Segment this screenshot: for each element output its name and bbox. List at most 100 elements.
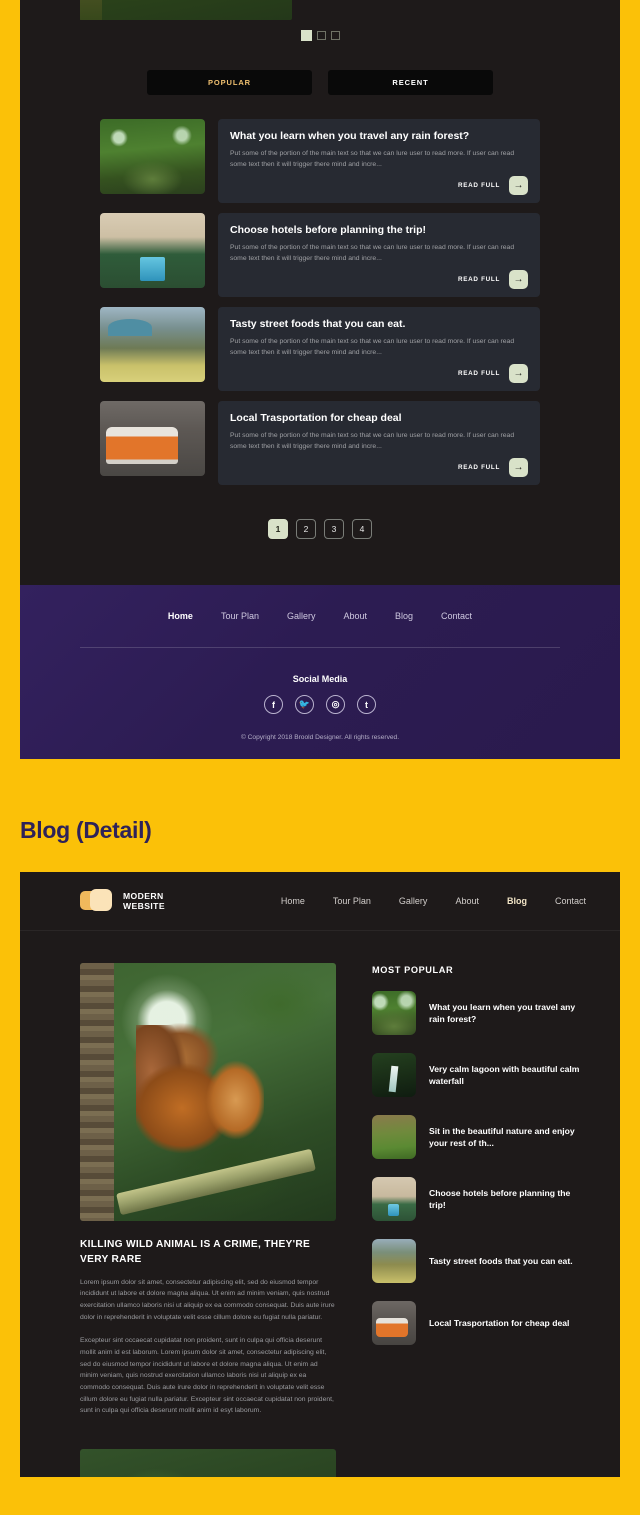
popular-item-label: Choose hotels before planning the trip! bbox=[429, 1187, 571, 1210]
list-item[interactable]: What you learn when you travel any rain … bbox=[372, 991, 588, 1053]
card-body: Choose hotels before planning the trip! … bbox=[218, 213, 540, 297]
article-secondary-image bbox=[80, 1449, 336, 1478]
card-body: Local Trasportation for cheap deal Put s… bbox=[218, 401, 540, 485]
popular-item-label: What you learn when you travel any rain … bbox=[429, 1001, 576, 1024]
arrow-right-icon[interactable]: → bbox=[509, 364, 528, 383]
card-body: What you learn when you travel any rain … bbox=[218, 119, 540, 203]
gold-spacer-2 bbox=[0, 844, 640, 872]
article-title: KILLING WILD ANIMAL IS A CRIME, THEY'RE … bbox=[80, 1239, 311, 1266]
card-actions: READ FULL → bbox=[230, 452, 528, 477]
footer-link-contact[interactable]: Contact bbox=[441, 611, 472, 621]
nav-link-about[interactable]: About bbox=[455, 896, 479, 906]
nav-link-tour-plan[interactable]: Tour Plan bbox=[333, 896, 371, 906]
instagram-icon[interactable]: ◎ bbox=[326, 695, 345, 714]
card-excerpt: Put some of the portion of the main text… bbox=[230, 244, 515, 262]
blog-card[interactable]: Local Trasportation for cheap deal Put s… bbox=[100, 401, 540, 485]
card-actions: READ FULL → bbox=[230, 358, 528, 383]
card-thumbnail-street-food bbox=[100, 307, 205, 382]
logo-square-front bbox=[90, 889, 112, 911]
blog-card[interactable]: Tasty street foods that you can eat. Put… bbox=[100, 307, 540, 391]
site-footer: Home Tour Plan Gallery About Blog Contac… bbox=[20, 585, 620, 759]
facebook-icon[interactable]: f bbox=[264, 695, 283, 714]
brand-name: MODERN WEBSITE bbox=[123, 891, 165, 912]
read-full-link[interactable]: READ FULL bbox=[458, 182, 500, 189]
site-header: MODERN WEBSITE Home Tour Plan Gallery Ab… bbox=[20, 872, 620, 931]
card-thumbnail-rain-forest bbox=[100, 119, 205, 194]
card-thumbnail-hotel bbox=[100, 213, 205, 288]
nav-link-contact[interactable]: Contact bbox=[555, 896, 586, 906]
gold-spacer bbox=[0, 759, 640, 817]
popular-thumbnail-nature bbox=[372, 1115, 416, 1159]
nav-link-home[interactable]: Home bbox=[281, 896, 305, 906]
most-popular-sidebar: MOST POPULAR What you learn when you tra… bbox=[372, 963, 588, 1429]
card-title: What you learn when you travel any rain … bbox=[230, 130, 470, 142]
page-title: Blog (Detail) bbox=[20, 817, 152, 843]
blog-card[interactable]: Choose hotels before planning the trip! … bbox=[100, 213, 540, 297]
article-hero-image bbox=[80, 963, 336, 1221]
carousel-dot-2[interactable] bbox=[316, 31, 326, 40]
page-button-3[interactable]: 3 bbox=[324, 519, 344, 539]
nav-link-blog[interactable]: Blog bbox=[507, 896, 527, 906]
article-paragraph-2: Excepteur sint occaecat cupidatat non pr… bbox=[80, 1337, 334, 1415]
blog-card[interactable]: What you learn when you travel any rain … bbox=[100, 119, 540, 203]
card-title: Local Trasportation for cheap deal bbox=[230, 412, 402, 424]
popular-thumbnail-street-food bbox=[372, 1239, 416, 1283]
social-media-heading: Social Media bbox=[292, 674, 348, 684]
page-button-2[interactable]: 2 bbox=[296, 519, 316, 539]
list-item[interactable]: Sit in the beautiful nature and enjoy yo… bbox=[372, 1115, 588, 1177]
footer-link-blog[interactable]: Blog bbox=[395, 611, 413, 621]
popular-thumbnail-lagoon bbox=[372, 1053, 416, 1097]
list-item[interactable]: Local Trasportation for cheap deal bbox=[372, 1301, 588, 1363]
card-excerpt: Put some of the portion of the main text… bbox=[230, 338, 515, 356]
popular-thumbnail-rain-forest bbox=[372, 991, 416, 1035]
blog-filter-tabs: POPULAR RECENT bbox=[20, 41, 620, 95]
blog-list-panel: POPULAR RECENT What you learn when you t… bbox=[20, 0, 620, 585]
popular-thumbnail-hotel bbox=[372, 1177, 416, 1221]
popular-thumbnail-bus bbox=[372, 1301, 416, 1345]
detail-content: KILLING WILD ANIMAL IS A CRIME, THEY'RE … bbox=[20, 931, 620, 1429]
tab-popular[interactable]: POPULAR bbox=[147, 70, 312, 95]
card-excerpt: Put some of the portion of the main text… bbox=[230, 432, 515, 450]
read-full-link[interactable]: READ FULL bbox=[458, 276, 500, 283]
footer-link-home[interactable]: Home bbox=[168, 611, 193, 621]
page-button-1[interactable]: 1 bbox=[268, 519, 288, 539]
card-actions: READ FULL → bbox=[230, 264, 528, 289]
tumblr-icon[interactable]: t bbox=[357, 695, 376, 714]
arrow-right-icon[interactable]: → bbox=[509, 270, 528, 289]
footer-link-gallery[interactable]: Gallery bbox=[287, 611, 316, 621]
carousel-dots[interactable] bbox=[20, 22, 620, 41]
footer-nav: Home Tour Plan Gallery About Blog Contac… bbox=[20, 611, 620, 621]
twitter-icon[interactable]: 🐦 bbox=[295, 695, 314, 714]
card-title: Choose hotels before planning the trip! bbox=[230, 224, 427, 236]
blog-card-list: What you learn when you travel any rain … bbox=[20, 95, 620, 485]
tree-bark bbox=[80, 963, 114, 1221]
squirrel-body bbox=[136, 1024, 265, 1160]
footer-link-about[interactable]: About bbox=[343, 611, 367, 621]
popular-item-label: Local Trasportation for cheap deal bbox=[429, 1317, 570, 1328]
list-item[interactable]: Tasty street foods that you can eat. bbox=[372, 1239, 588, 1301]
list-item[interactable]: Very calm lagoon with beautiful calm wat… bbox=[372, 1053, 588, 1115]
read-full-link[interactable]: READ FULL bbox=[458, 464, 500, 471]
carousel-dot-3[interactable] bbox=[330, 31, 340, 40]
card-excerpt: Put some of the portion of the main text… bbox=[230, 150, 515, 168]
arrow-right-icon[interactable]: → bbox=[509, 458, 528, 477]
popular-item-label: Tasty street foods that you can eat. bbox=[429, 1255, 573, 1266]
list-item[interactable]: Choose hotels before planning the trip! bbox=[372, 1177, 588, 1239]
logo-squares-icon bbox=[80, 888, 114, 914]
page-button-4[interactable]: 4 bbox=[352, 519, 372, 539]
popular-item-label: Very calm lagoon with beautiful calm wat… bbox=[429, 1063, 580, 1086]
read-full-link[interactable]: READ FULL bbox=[458, 370, 500, 377]
tab-recent[interactable]: RECENT bbox=[328, 70, 493, 95]
arrow-right-icon[interactable]: → bbox=[509, 176, 528, 195]
copyright-text: © Copyright 2018 Broold Designer. All ri… bbox=[240, 734, 400, 741]
card-thumbnail-bus bbox=[100, 401, 205, 476]
nav-link-gallery[interactable]: Gallery bbox=[399, 896, 428, 906]
sidebar-heading: MOST POPULAR bbox=[372, 965, 454, 975]
article-paragraph-1: Lorem ipsum dolor sit amet, consectetur … bbox=[80, 1278, 335, 1321]
brand-line-1: MODERN bbox=[123, 890, 164, 901]
brand-line-2: WEBSITE bbox=[123, 901, 165, 911]
footer-link-tour-plan[interactable]: Tour Plan bbox=[221, 611, 259, 621]
logo[interactable]: MODERN WEBSITE bbox=[80, 888, 165, 914]
carousel-dot-1[interactable] bbox=[300, 30, 312, 41]
pagination: 1 2 3 4 bbox=[20, 485, 620, 585]
